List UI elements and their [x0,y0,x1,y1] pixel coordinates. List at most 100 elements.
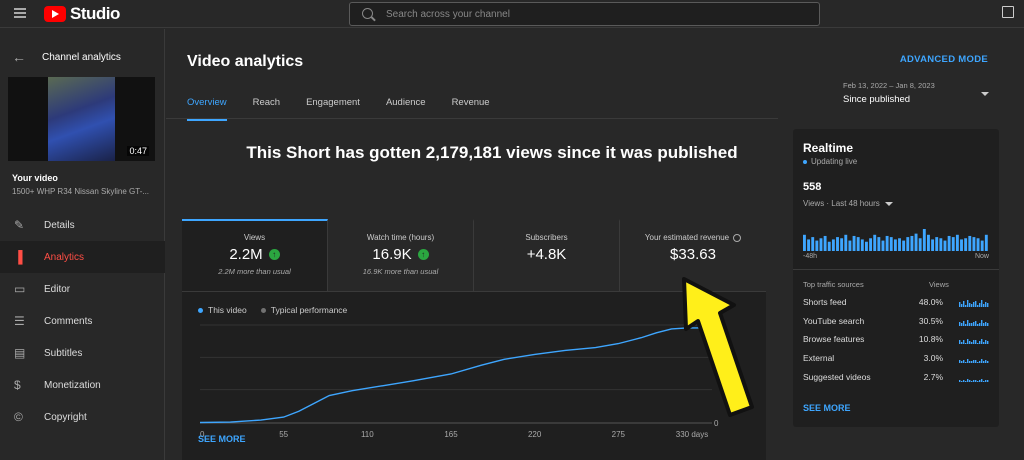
editor-icon: ▭ [14,282,26,296]
info-icon[interactable] [733,233,742,242]
sparkline-bar [979,361,981,364]
x-tick-label: 110 [361,430,374,439]
realtime-bar [865,241,868,251]
traffic-source-row: Shorts feed 48.0% [803,297,989,316]
source-label: YouTube search [803,315,865,326]
traffic-source-row: Suggested videos 2.7% [803,372,989,391]
sparkline-bar [981,339,983,345]
realtime-period-selector[interactable]: Views · Last 48 hours [803,199,893,208]
tabs-divider [166,118,778,119]
sidebar-item-copyright[interactable]: © Copyright [0,401,165,433]
metric-views[interactable]: Views 2.2M ↑ 2.2M more than usual [182,219,328,292]
sidebar-item-label: Details [44,219,75,231]
realtime-bar [848,240,852,251]
realtime-bar [807,239,811,251]
feedback-icon[interactable] [1002,6,1014,18]
sparkline-bar [973,302,975,307]
sparkline-bar [959,340,961,345]
studio-logo[interactable]: Studio [44,4,120,24]
menu-icon[interactable] [14,8,26,18]
metric-subscribers[interactable]: Subscribers +4.8K [474,219,620,292]
realtime-bar [968,235,972,251]
sparkline-bar [981,300,983,307]
realtime-bar [902,240,906,251]
sparkline-bar [959,321,961,326]
realtime-bar [943,240,947,251]
sparkline-bar [977,362,979,364]
realtime-bar [803,234,806,251]
realtime-bar [852,235,856,251]
top-bar: Studio [0,0,1024,28]
sidebar-item-label: Monetization [44,379,101,391]
source-label: Suggested videos [803,371,871,382]
realtime-bar [947,235,951,251]
legend-this-video: This video [198,305,247,315]
x-tick-label: 275 [612,430,626,439]
sparkline-bar [983,304,985,307]
sidebar-item-subtitles[interactable]: ▤ Subtitles [0,337,165,369]
date-range-value: Since published [843,94,911,105]
sparkline-bar [963,320,965,326]
sparkline-bar [975,340,977,345]
realtime-axis: -48h Now [803,253,989,260]
source-sparkline [959,319,989,326]
metric-label-wrap: Your estimated revenue [620,233,766,242]
see-more-button[interactable]: SEE MORE [198,434,246,444]
back-arrow-icon[interactable]: ← [12,49,42,65]
sidebar-item-details[interactable]: ✎ Details [0,209,165,241]
realtime-title: Realtime [803,141,854,155]
sparkline-bar [967,339,969,345]
back-label: Channel analytics [42,51,121,63]
date-range-selector[interactable]: Feb 13, 2022 – Jan 8, 2023 Since publish… [843,81,991,105]
search-input[interactable] [386,7,806,21]
sparkline-bar [983,342,985,345]
metric-value-wrap: +4.8K [474,246,619,263]
source-pct: 2.7% [923,371,943,382]
sparkline-bar [971,342,973,345]
traffic-sources-header: Top traffic sources Views [803,280,989,289]
video-thumbnail[interactable]: 0:47 [8,77,155,161]
traffic-source-row: External 3.0% [803,353,989,372]
sidebar-item-editor[interactable]: ▭ Editor [0,273,165,305]
sidebar-item-comments[interactable]: ☰ Comments [0,305,165,337]
realtime-bar [893,239,897,251]
sparkline-bar [967,359,969,364]
sparkline-bar [959,360,961,364]
metric-value: 2.2M [229,246,263,263]
sparkline-bar [963,301,965,307]
realtime-see-more-button[interactable]: SEE MORE [803,403,851,413]
sparkline-bar [975,360,977,364]
sparkline-bar [983,380,985,382]
sparkline-bar [965,305,967,307]
sparkline-bar [987,303,989,307]
sparkline-bar [981,359,983,364]
source-pct: 30.5% [918,315,943,326]
sparkline-bar [975,320,977,326]
thumbnail-image [48,77,115,161]
metric-watch-time[interactable]: Watch time (hours) 16.9K ↑ 16.9K more tha… [328,219,474,292]
realtime-bar [885,235,889,251]
legend-dot-icon [260,308,266,314]
realtime-bar [922,229,926,251]
search-box[interactable] [349,2,820,26]
x-tick-label: 220 [528,430,542,439]
sparkline-bar [981,319,983,326]
advanced-mode-button[interactable]: ADVANCED MODE [900,54,988,65]
realtime-bar-chart[interactable] [803,229,989,251]
sparkline-bar [961,342,963,345]
back-to-channel-analytics[interactable]: ← Channel analytics [12,49,121,65]
traffic-source-row: YouTube search 30.5% [803,316,989,335]
caret-down-icon [884,201,893,206]
sidebar-item-label: Copyright [44,411,87,423]
metric-value-wrap: $33.63 [620,246,766,263]
realtime-bar [819,238,823,251]
sparkline-bar [975,301,977,307]
realtime-bar [976,238,980,251]
realtime-bar [873,234,877,251]
sparkline-bar [985,302,987,307]
sparkline-bar [971,361,973,364]
realtime-bar [980,240,984,251]
sidebar-item-analytics[interactable]: ▐ Analytics [0,241,165,273]
sidebar-item-monetization[interactable]: $ Monetization [0,369,165,401]
realtime-bar [881,240,885,251]
